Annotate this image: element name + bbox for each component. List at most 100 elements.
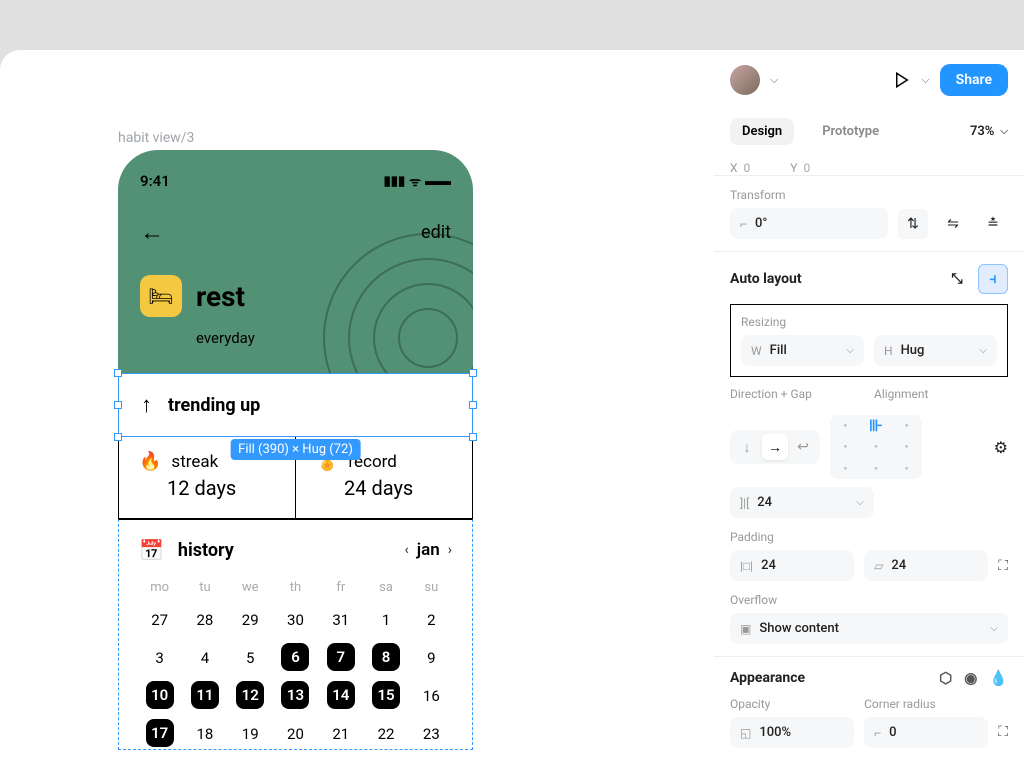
panel-header: ⌵ ⌵ Share [714,50,1024,110]
gap-icon: ]|[ [740,496,749,510]
tab-design[interactable]: Design [730,118,794,145]
calendar-day[interactable]: 4 [184,643,225,673]
avatar[interactable] [730,65,760,95]
calendar-day[interactable]: 7 [327,643,355,671]
selection-handle[interactable] [114,369,122,377]
days-grid: 2728293031123456789101112131415161718192… [139,605,452,749]
selection-handle[interactable] [469,433,477,441]
history-title: history [178,540,391,561]
phone-frame[interactable]: 9:41 ▮▮▮ ᯤ ▬▬ ← edit 🛏 rest everyday [118,150,473,750]
calendar-day[interactable]: 19 [230,719,271,749]
rotation-field[interactable]: ⌐ 0° [730,208,888,239]
align-top-center-active: ⊪ [869,416,883,435]
calendar-day[interactable]: 15 [372,681,400,709]
selection-handle[interactable] [469,401,477,409]
calendar-day[interactable]: 13 [281,681,309,709]
corner-radius-label: Corner radius [864,697,988,711]
opacity-label: Opacity [730,697,854,711]
direction-wrap-icon[interactable]: ↩ [790,434,816,460]
zoom-control[interactable]: 73% ⌵ [970,124,1008,139]
edit-button[interactable]: edit [421,222,451,243]
collapse-icon[interactable]: ⤡ [942,264,972,294]
resizing-box: Resizing W Fill ⌵ H Hug ⌵ [730,304,1008,377]
calendar-day[interactable]: 30 [275,605,316,635]
align-icon[interactable]: ≛ [978,209,1008,239]
calendar-day[interactable]: 29 [230,605,271,635]
calendar-day[interactable]: 11 [191,681,219,709]
opacity-field[interactable]: ◱ 100% [730,717,854,748]
direction-down-icon[interactable]: ↓ [734,434,760,460]
history-header: 📅 history ‹ jan › [139,538,452,562]
calendar-day[interactable]: 20 [275,719,316,749]
visibility-icon[interactable]: ◉ [964,669,977,687]
padding-v-field[interactable]: ▱ 24 [864,550,988,581]
appearance-section: Appearance ⬡ ◉ 💧 Opacity ◱ 100% Corner r… [714,656,1024,760]
phone-header: 9:41 ▮▮▮ ᯤ ▬▬ ← edit 🛏 rest everyday [118,150,473,373]
padding-h-field[interactable]: |□| 24 [730,550,854,581]
selection-handle[interactable] [469,369,477,377]
calendar-day[interactable]: 23 [411,719,452,749]
calendar-day[interactable]: 9 [411,643,452,673]
calendar-day[interactable]: 3 [139,643,180,673]
inspector-panel: ⌵ ⌵ Share Design Prototype 73% ⌵ X0 Y0 T… [714,50,1024,768]
play-icon[interactable] [893,71,911,89]
calendar-day[interactable]: 27 [139,605,180,635]
calendar-day[interactable]: 22 [365,719,406,749]
calendar-day[interactable]: 10 [146,681,174,709]
width-value: Fill [770,343,787,358]
corner-icon: ⌐ [874,726,881,740]
settings-icon[interactable]: ⚙ [994,438,1008,457]
selection-handle[interactable] [114,433,122,441]
calendar-day[interactable]: 21 [320,719,361,749]
share-button[interactable]: Share [940,64,1008,96]
height-resize-field[interactable]: H Hug ⌵ [874,335,997,366]
calendar-day[interactable]: 16 [411,681,452,711]
calendar-day[interactable]: 31 [320,605,361,635]
padding-h-value: 24 [761,558,776,573]
direction-gap-label: Direction + Gap [730,387,864,401]
flame-icon: 🔥 [139,451,161,472]
habit-title: rest [196,280,245,313]
chevron-right-icon[interactable]: › [448,542,452,558]
calendar-day[interactable]: 17 [146,719,174,747]
chevron-down-icon[interactable]: ⌵ [770,73,778,87]
flip-vertical-icon[interactable]: ⇅ [898,209,928,239]
canvas[interactable]: habit view/3 9:41 ▮▮▮ ᯤ ▬▬ ← edit [0,50,714,768]
chevron-left-icon[interactable]: ‹ [404,542,408,558]
tab-prototype[interactable]: Prototype [810,118,891,145]
corner-individual-icon[interactable]: ⛶ [998,724,1008,740]
calendar-day[interactable]: 12 [236,681,264,709]
calendar-day[interactable]: 6 [281,643,309,671]
calendar-day[interactable]: 1 [365,605,406,635]
calendar-icon: 📅 [139,538,164,562]
variable-icon[interactable]: ⬡ [939,669,952,687]
padding-individual-icon[interactable]: ⛶ [998,558,1008,574]
width-resize-field[interactable]: W Fill ⌵ [741,335,864,366]
resizing-label: Resizing [741,315,997,329]
overflow-field[interactable]: ▣ Show content ⌵ [730,613,1008,644]
flip-horizontal-icon[interactable]: ⇋ [938,209,968,239]
direction-right-icon[interactable]: → [762,434,788,460]
overflow-value: Show content [759,621,839,636]
calendar-day[interactable]: 5 [230,643,271,673]
autolayout-toggle-icon[interactable]: ⫞ [978,264,1008,294]
trending-card-selected[interactable]: ↑ trending up Fill (390) × Hug (72) [118,373,473,437]
gap-value: 24 [757,495,772,510]
chevron-down-icon[interactable]: ⌵ [921,73,929,87]
calendar-day[interactable]: 2 [411,605,452,635]
blend-icon[interactable]: 💧 [989,669,1008,687]
direction-buttons: ↓ → ↩ [730,430,820,464]
calendar-day[interactable]: 14 [327,681,355,709]
weekday-label: we [230,580,271,595]
calendar-day[interactable]: 28 [184,605,225,635]
selection-handle[interactable] [114,401,122,409]
calendar-day[interactable]: 18 [184,719,225,749]
calendar-day[interactable]: 8 [372,643,400,671]
streak-label: streak [171,452,218,472]
frame-label[interactable]: habit view/3 [118,130,194,146]
alignment-grid[interactable]: ●⊪● ●●● ●●● [830,415,922,479]
corner-radius-field[interactable]: ⌐ 0 [864,717,988,748]
back-arrow-icon[interactable]: ← [140,218,164,247]
transform-section: Transform ⌐ 0° ⇅ ⇋ ≛ [714,175,1024,251]
gap-field[interactable]: ]|[ 24 ⌵ [730,487,874,518]
